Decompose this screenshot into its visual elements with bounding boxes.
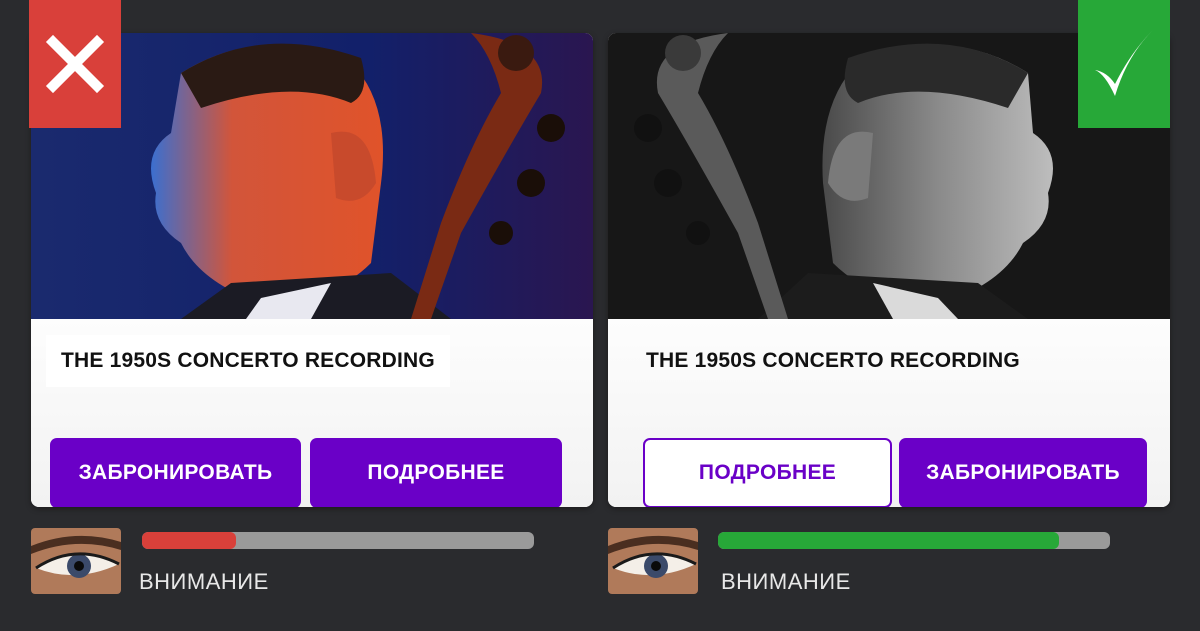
card-body: THE 1950S CONCERTO RECORDING ЗАБРОНИРОВА… <box>31 319 593 507</box>
details-button[interactable]: ПОДРОБНЕЕ <box>643 438 892 507</box>
attention-bar-fill <box>142 532 237 549</box>
attention-bar <box>142 532 534 549</box>
checkmark-icon <box>1078 0 1170 128</box>
eye-attention-icon <box>608 528 698 594</box>
card-title: THE 1950S CONCERTO RECORDING <box>46 335 450 387</box>
x-icon <box>29 0 121 128</box>
details-button[interactable]: ПОДРОБНЕЕ <box>310 438 562 507</box>
eye-attention-icon <box>31 528 121 594</box>
book-button[interactable]: ЗАБРОНИРОВАТЬ <box>50 438 301 507</box>
attention-bar <box>718 532 1110 549</box>
attention-label: ВНИМАНИЕ <box>721 569 851 594</box>
card-body: THE 1950S CONCERTO RECORDING ПОДРОБНЕЕ З… <box>608 319 1170 507</box>
card-title: THE 1950S CONCERTO RECORDING <box>646 349 1020 372</box>
book-button[interactable]: ЗАБРОНИРОВАТЬ <box>899 438 1147 507</box>
attention-label: ВНИМАНИЕ <box>139 569 269 594</box>
attention-bar-fill <box>718 532 1060 549</box>
